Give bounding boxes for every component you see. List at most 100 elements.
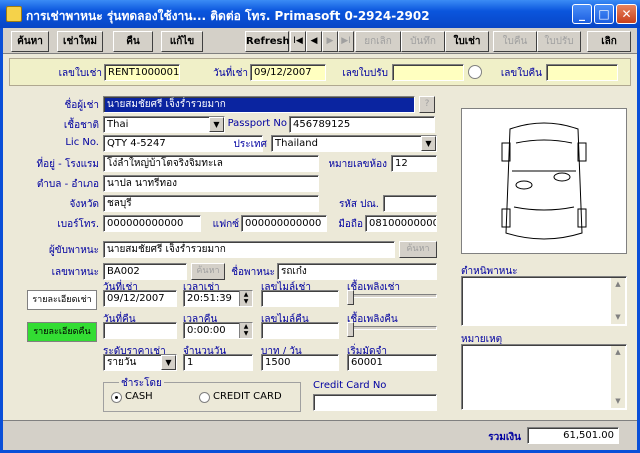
- status-circle-icon: [468, 65, 482, 79]
- nav-prev-button[interactable]: ◀: [306, 31, 322, 52]
- return-button[interactable]: คืน: [113, 31, 153, 52]
- mobile-field[interactable]: 08100000000: [365, 215, 437, 232]
- slider-thumb[interactable]: [347, 322, 354, 337]
- save-button[interactable]: บันทึก: [401, 31, 445, 52]
- chevron-down-icon[interactable]: ▼: [209, 117, 224, 132]
- country-select[interactable]: Thailand ▼: [271, 135, 437, 152]
- rent-date-label: วันที่เช่า: [213, 68, 248, 79]
- credit-radio[interactable]: [199, 392, 210, 403]
- rent-date-input[interactable]: 09/12/2007: [103, 290, 177, 307]
- new-rent-button[interactable]: เช่าใหม่: [57, 31, 103, 52]
- spinner-icon[interactable]: ▲ ▼: [239, 323, 252, 338]
- toolbar: ค้นหา เช่าใหม่ คืน แก้ไข Refresh I◀ ◀ ▶ …: [3, 28, 637, 54]
- chevron-down-icon[interactable]: ▼: [161, 355, 176, 370]
- slider-thumb[interactable]: [347, 290, 354, 305]
- driver-field[interactable]: นายสมชัยศรี เจ็งร่ำรวยมาก: [103, 241, 395, 258]
- return-no-field[interactable]: [546, 64, 618, 81]
- rent-fuel-slider[interactable]: [347, 290, 437, 307]
- room-field[interactable]: 12: [391, 155, 437, 172]
- vehicle-no-field[interactable]: BA002: [103, 263, 187, 280]
- deposit-field[interactable]: 60001: [347, 354, 437, 371]
- vehicle-name-field[interactable]: รถเก๋ง: [277, 263, 437, 280]
- driver-search-button[interactable]: ค้นหา: [399, 241, 437, 258]
- return-time-input[interactable]: 0:00:00 ▲ ▼: [183, 322, 253, 339]
- return-slip-button[interactable]: ใบคืน: [493, 31, 537, 52]
- rent-no-label: เลขใบเช่า: [58, 68, 102, 79]
- close-button[interactable]: ✕: [616, 4, 637, 24]
- days-field[interactable]: 1: [183, 354, 253, 371]
- nav-next-button[interactable]: ▶: [322, 31, 338, 52]
- nationality-select[interactable]: Thai ▼: [103, 116, 225, 133]
- nav-last-button[interactable]: ▶I: [338, 31, 354, 52]
- price-level-select[interactable]: รายวัน ▼: [103, 354, 177, 371]
- car-topview-icon: [501, 122, 587, 240]
- nationality-value: Thai: [107, 119, 129, 130]
- card-no-field[interactable]: [313, 394, 437, 411]
- return-fuel-slider[interactable]: [347, 322, 437, 339]
- slider-track: [351, 326, 437, 330]
- chevron-down-icon[interactable]: ▼: [421, 136, 436, 151]
- phone-field[interactable]: 000000000000: [103, 215, 201, 232]
- cancel-button[interactable]: ยกเลิก: [355, 31, 401, 52]
- vehicle-diagram-image: [461, 108, 627, 254]
- vehicle-search-button[interactable]: ค้นหา: [191, 263, 225, 280]
- room-label: หมายเลขห้อง: [328, 159, 387, 170]
- district-field[interactable]: นาปล นาทรีทอง: [103, 175, 319, 192]
- mobile-label: มือถือ: [338, 219, 363, 230]
- rent-no-field[interactable]: RENT1000001: [104, 64, 180, 81]
- total-label: รวมเงิน: [488, 432, 521, 443]
- refresh-button[interactable]: Refresh: [245, 31, 290, 52]
- credit-label: CREDIT CARD: [213, 391, 282, 402]
- country-value: Thailand: [275, 138, 318, 149]
- province-field[interactable]: ชลบุรี: [103, 195, 319, 212]
- rent-time-input[interactable]: 20:51:39 ▲ ▼: [183, 290, 253, 307]
- renter-lookup-button[interactable]: ?: [419, 96, 435, 113]
- address-label: ที่อยู่ - โรงแรม: [36, 159, 99, 170]
- payment-group-label: ชำระโดย: [119, 376, 164, 391]
- maximize-button[interactable]: □: [594, 4, 614, 24]
- fine-no-field[interactable]: [392, 64, 464, 81]
- rent-mile-input[interactable]: [261, 290, 339, 307]
- province-label: จังหวัด: [69, 199, 99, 210]
- rent-time-value: 20:51:39: [187, 293, 232, 304]
- vehicle-defects-textarea[interactable]: ▲ ▼: [461, 276, 627, 326]
- scrollbar[interactable]: ▲ ▼: [611, 346, 625, 408]
- zip-label: รหัส ปณ.: [338, 199, 379, 210]
- nav-first-button[interactable]: I◀: [290, 31, 306, 52]
- vehicle-no-label: เลขพาหนะ: [51, 267, 99, 278]
- remarks-textarea[interactable]: ▲ ▼: [461, 344, 627, 410]
- slider-track: [351, 294, 437, 298]
- fax-field[interactable]: 000000000000: [241, 215, 327, 232]
- spinner-icon[interactable]: ▲ ▼: [239, 291, 252, 306]
- renter-field[interactable]: นายสมชัยศรี เจ็งร่ำรวยมาก: [103, 96, 415, 113]
- total-field: 61,501.00: [527, 427, 619, 444]
- document-bar: เลขใบเช่า RENT1000001 วันที่เช่า 09/12/2…: [9, 58, 631, 86]
- total-bar: รวมเงิน 61,501.00: [3, 420, 637, 450]
- nationality-label: เชื้อชาติ: [63, 120, 99, 131]
- main-form: ชื่อผู้เช่า นายสมชัยศรี เจ็งร่ำรวยมาก ? …: [9, 90, 631, 418]
- lic-label: Lic No.: [65, 137, 99, 148]
- fine-slip-button[interactable]: ใบปรับ: [537, 31, 581, 52]
- scrollbar[interactable]: ▲ ▼: [611, 278, 625, 324]
- address-field[interactable]: โง่ลำใหญ่บ้าโตจริงจิมทะเล: [103, 155, 319, 172]
- phone-label: เบอร์โทร.: [57, 219, 99, 230]
- rent-detail-button[interactable]: รายละเอียดเช่า: [27, 290, 97, 310]
- return-date-input[interactable]: [103, 322, 177, 339]
- title-bar: การเช่าพาหนะ รุ่นทดลองใช้งาน... ติดต่อ โ…: [0, 0, 640, 28]
- rate-field[interactable]: 1500: [261, 354, 339, 371]
- minimize-button[interactable]: _: [572, 4, 592, 24]
- app-icon: [6, 6, 22, 22]
- passport-field[interactable]: 456789125: [289, 116, 435, 133]
- rent-date-field[interactable]: 09/12/2007: [250, 64, 326, 81]
- return-mile-input[interactable]: [261, 322, 339, 339]
- app-window: การเช่าพาหนะ รุ่นทดลองใช้งาน... ติดต่อ โ…: [0, 0, 640, 453]
- zip-field[interactable]: [383, 195, 437, 212]
- card-no-label: Credit Card No: [313, 380, 387, 391]
- rent-slip-button[interactable]: ใบเช่า: [445, 31, 489, 52]
- return-detail-button[interactable]: รายละเอียดคืน: [27, 322, 97, 342]
- search-button[interactable]: ค้นหา: [11, 31, 49, 52]
- fine-no-label: เลขใบปรับ: [342, 68, 388, 79]
- cash-radio[interactable]: [111, 392, 122, 403]
- exit-button[interactable]: เลิก: [587, 31, 631, 52]
- edit-button[interactable]: แก้ไข: [161, 31, 203, 52]
